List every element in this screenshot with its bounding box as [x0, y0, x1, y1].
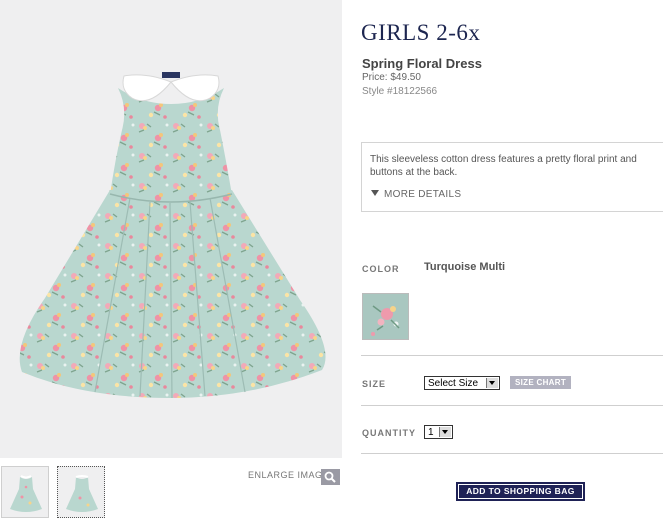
category-title: GIRLS 2-6x	[361, 20, 481, 45]
enlarge-image-link[interactable]: ENLARGE IMAGE	[248, 470, 329, 480]
quantity-select-value: 1	[428, 427, 434, 438]
color-value: Turquoise Multi	[424, 261, 506, 273]
more-details-toggle[interactable]: MORE DETAILS	[371, 189, 461, 200]
quantity-label: QUANTITY	[362, 428, 416, 438]
add-to-shopping-bag-button[interactable]: ADD TO SHOPPING BAG	[456, 482, 585, 501]
product-name: Spring Floral Dress	[362, 56, 482, 71]
dress-illustration	[19, 72, 326, 399]
size-chart-button[interactable]: SIZE CHART	[510, 376, 571, 389]
divider	[361, 405, 663, 406]
thumbnail-back[interactable]	[57, 466, 105, 518]
size-label: SIZE	[362, 379, 387, 389]
thumbnail-front-image	[10, 475, 42, 512]
swatch-pattern	[363, 294, 408, 339]
product-main-image[interactable]	[0, 0, 342, 458]
chevron-down-icon	[486, 378, 498, 388]
product-style-number: Style #18122566	[362, 86, 438, 97]
color-label: COLOR	[362, 264, 400, 274]
size-select[interactable]: Select Size	[424, 376, 500, 390]
size-select-value: Select Size	[428, 378, 479, 389]
quantity-select[interactable]: 1	[424, 425, 453, 439]
chevron-down-icon	[439, 427, 451, 437]
product-description: This sleeveless cotton dress features a …	[370, 154, 637, 178]
description-box: This sleeveless cotton dress features a …	[361, 142, 663, 212]
divider	[361, 453, 663, 454]
thumbnail-back-image	[66, 475, 98, 512]
triangle-down-icon	[371, 190, 379, 196]
divider	[361, 355, 663, 356]
magnifier-icon[interactable]	[321, 469, 340, 485]
more-details-label: MORE DETAILS	[384, 189, 462, 200]
color-swatch[interactable]	[362, 293, 409, 340]
product-price: Price: $49.50	[362, 72, 421, 83]
thumbnail-front[interactable]	[1, 466, 49, 518]
